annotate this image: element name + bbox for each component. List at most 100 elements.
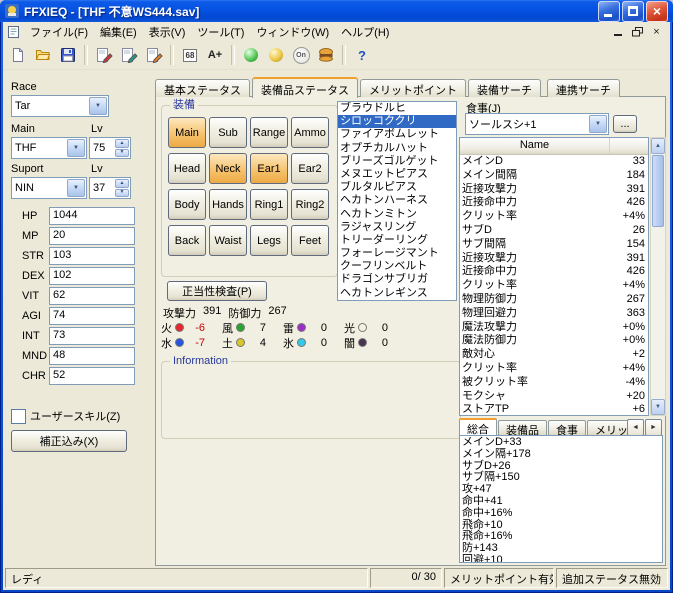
menu-item[interactable]: ウィンドウ(W) xyxy=(250,22,335,42)
validate-button[interactable]: 正当性検査(P) xyxy=(167,281,267,301)
equipment-list-item[interactable]: ラジャスリング xyxy=(338,221,456,234)
equipment-list-item[interactable]: オプチカルハット xyxy=(338,142,456,155)
food-browse-button[interactable]: ... xyxy=(613,115,637,133)
sphere-gold-button[interactable] xyxy=(264,43,288,67)
equipment-list-item[interactable]: フォーレージマント xyxy=(338,247,456,260)
equipment-slot-button[interactable]: Feet xyxy=(291,225,329,256)
spin-up-icon[interactable]: ▲ xyxy=(115,179,129,188)
result-tab[interactable]: 総合 xyxy=(459,418,497,436)
stat-value-field[interactable]: 20 xyxy=(49,227,135,245)
menu-item[interactable]: 表示(V) xyxy=(143,22,192,42)
dropdown-arrow-icon[interactable]: ▼ xyxy=(67,179,85,197)
close-button[interactable]: × xyxy=(646,0,668,22)
stats-table-header[interactable]: Name xyxy=(460,138,648,155)
support-level-spinner[interactable]: 37 ▲ ▼ xyxy=(89,177,131,199)
equipment-list-item[interactable]: ブルタルピアス xyxy=(338,181,456,194)
result-tab[interactable]: 装備品 xyxy=(498,420,547,437)
stat-value-field[interactable]: 74 xyxy=(49,307,135,325)
spin-up-icon[interactable]: ▲ xyxy=(115,139,129,148)
food-button[interactable] xyxy=(314,43,338,67)
name-column-header[interactable]: Name xyxy=(460,138,610,154)
stat-value-field[interactable]: 73 xyxy=(49,327,135,345)
equipment-listbox[interactable]: ブラウドルヒ シロッコククリ ファイアボムレット オプチカルハット ブリーズゴルゲットメ… xyxy=(337,101,457,301)
on-badge-button[interactable]: On xyxy=(289,43,313,67)
equipment-slot-button[interactable]: Ear1 xyxy=(250,153,288,184)
equipment-list-item[interactable]: ファイアボムレット xyxy=(338,128,456,141)
font-a-plus-button[interactable]: A+ xyxy=(203,43,227,67)
stats-table-scrollbar[interactable]: ▲ ▼ xyxy=(650,137,666,416)
scrollbar-thumb[interactable] xyxy=(652,155,664,227)
equipment-slot-button[interactable]: Ear2 xyxy=(291,153,329,184)
main-tab[interactable]: 装備サーチ xyxy=(468,79,541,97)
title-bar[interactable]: FFXIEQ - [THF 不意WS444.sav] × xyxy=(0,0,673,22)
equipment-slot-button[interactable]: Head xyxy=(168,153,206,184)
equipment-list-item[interactable]: ヘカトンレギンス xyxy=(338,287,456,300)
main-job-select[interactable]: THF ▼ xyxy=(11,137,87,159)
equipment-list-item[interactable]: ドラゴンサブリガ xyxy=(338,273,456,286)
equipment-slot-button[interactable]: Ring2 xyxy=(291,189,329,220)
food-select[interactable]: ソールスシ+1 ▼ xyxy=(465,113,609,135)
main-level-spinner[interactable]: 75 ▲ ▼ xyxy=(89,137,131,159)
stat-value-field[interactable]: 52 xyxy=(49,367,135,385)
open-file-button[interactable] xyxy=(31,43,55,67)
equipment-slot-button[interactable]: Legs xyxy=(250,225,288,256)
equipment-list-item[interactable]: ブラウドルヒ xyxy=(338,102,456,115)
spin-down-icon[interactable]: ▼ xyxy=(115,148,129,157)
help-button[interactable]: ? xyxy=(350,43,374,67)
edit-red-button[interactable] xyxy=(92,43,116,67)
menu-item[interactable]: ツール(T) xyxy=(191,22,250,42)
equipment-slot-button[interactable]: Body xyxy=(168,189,206,220)
equipment-list-item[interactable]: ヘカトンミトン xyxy=(338,208,456,221)
mdi-close-button[interactable]: × xyxy=(648,24,665,39)
equipment-list-item[interactable]: トリーダーリング xyxy=(338,234,456,247)
equipment-list-item[interactable]: クーフリンベルト xyxy=(338,260,456,273)
stat-value-field[interactable]: 102 xyxy=(49,267,135,285)
equipment-slot-button[interactable]: Main xyxy=(168,117,206,148)
main-tab[interactable]: 基本ステータス xyxy=(155,79,250,97)
edit-orange-button[interactable] xyxy=(142,43,166,67)
main-tab[interactable]: 装備品ステータス xyxy=(252,77,358,98)
equipment-slot-button[interactable]: Ammo xyxy=(291,117,329,148)
checkbox-icon[interactable] xyxy=(11,408,26,424)
menu-item[interactable]: ファイル(F) xyxy=(24,22,94,42)
equipment-list-item[interactable]: ヘカトンハーネス xyxy=(338,194,456,207)
equipment-slot-button[interactable]: Hands xyxy=(209,189,247,220)
result-tab[interactable]: 食事 xyxy=(548,420,586,437)
mdi-minimize-button[interactable] xyxy=(610,24,627,39)
user-skill-checkbox[interactable]: ユーザースキル(Z) xyxy=(11,408,120,424)
summary-box[interactable]: メインD+33 メイン隔+178 サブD+26 サブ隔+150 攻+47 命中+41 命中+… xyxy=(459,435,663,563)
dropdown-arrow-icon[interactable]: ▼ xyxy=(67,139,85,157)
equipment-slot-button[interactable]: Waist xyxy=(209,225,247,256)
equipment-slot-button[interactable]: Ring1 xyxy=(250,189,288,220)
badge-68-button[interactable]: 68 xyxy=(178,43,202,67)
dropdown-arrow-icon[interactable]: ▼ xyxy=(589,115,607,133)
menu-item[interactable]: 編集(E) xyxy=(94,22,143,42)
value-column-header[interactable] xyxy=(610,138,648,154)
tab-scroll-right-button[interactable]: ► xyxy=(645,419,662,436)
spin-down-icon[interactable]: ▼ xyxy=(115,188,129,197)
main-tab[interactable]: メリットポイント xyxy=(360,79,466,97)
dropdown-arrow-icon[interactable]: ▼ xyxy=(89,97,107,115)
minimize-button[interactable] xyxy=(598,0,620,22)
correction-button[interactable]: 補正込み(X) xyxy=(11,430,127,452)
save-file-button[interactable] xyxy=(56,43,80,67)
stat-value-field[interactable]: 62 xyxy=(49,287,135,305)
support-job-select[interactable]: NIN ▼ xyxy=(11,177,87,199)
main-tab[interactable]: 連携サーチ xyxy=(547,79,620,97)
equipment-list-item[interactable]: メヌエットピアス xyxy=(338,168,456,181)
menu-item[interactable]: ヘルプ(H) xyxy=(335,22,395,42)
new-file-button[interactable] xyxy=(6,43,30,67)
equipment-slot-button[interactable]: Neck xyxy=(209,153,247,184)
equipment-slot-button[interactable]: Back xyxy=(168,225,206,256)
edit-teal-button[interactable] xyxy=(117,43,141,67)
equipment-list-item[interactable]: ブリーズゴルゲット xyxy=(338,155,456,168)
equipment-slot-button[interactable]: Sub xyxy=(209,117,247,148)
sphere-green-button[interactable] xyxy=(239,43,263,67)
tab-scroll-left-button[interactable]: ◄ xyxy=(627,419,644,436)
scroll-up-icon[interactable]: ▲ xyxy=(651,138,665,154)
stat-value-field[interactable]: 1044 xyxy=(49,207,135,225)
race-select[interactable]: Tar ▼ xyxy=(11,95,109,117)
maximize-button[interactable] xyxy=(622,0,644,22)
equipment-list-item[interactable]: シロッコククリ xyxy=(338,115,456,129)
stat-value-field[interactable]: 48 xyxy=(49,347,135,365)
